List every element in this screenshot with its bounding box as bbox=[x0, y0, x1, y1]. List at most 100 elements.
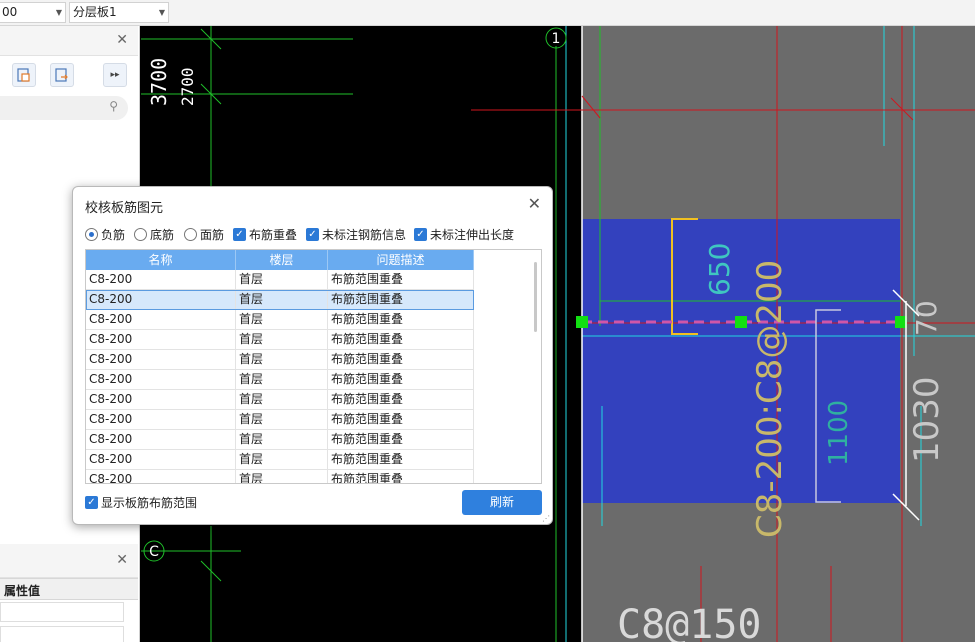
resize-grip-icon[interactable]: ⋰ bbox=[542, 514, 550, 523]
search-icon: ⚲ bbox=[109, 99, 118, 113]
cell-name: C8-200 bbox=[86, 310, 236, 329]
filter-label: 底筋 bbox=[150, 227, 175, 242]
cell-description: 布筋范围重叠 bbox=[328, 270, 474, 289]
table-row[interactable]: C8-200 首层 布筋范围重叠 bbox=[86, 390, 474, 410]
issue-table: 名称 楼层 问题描述 C8-200 首层 布筋范围重叠 C8-200 首层 布筋范围重叠 C… bbox=[85, 249, 542, 484]
table-row[interactable]: C8-200 首层 布筋范围重叠 bbox=[86, 270, 474, 290]
dimension-text-1100: 1100 bbox=[824, 400, 854, 466]
filter-no-rebar-info-checkbox[interactable]: ✓ 未标注钢筋信息 bbox=[306, 226, 406, 242]
floor-combo-value: 00 bbox=[2, 5, 18, 19]
filter-label: 布筋重叠 bbox=[249, 227, 298, 242]
cell-description: 布筋范围重叠 bbox=[328, 290, 474, 309]
column-header-floor[interactable]: 楼层 bbox=[236, 250, 328, 270]
table-row[interactable]: C8-200 首层 布筋范围重叠 bbox=[86, 350, 474, 370]
cell-floor: 首层 bbox=[236, 450, 328, 469]
refresh-button[interactable]: 刷新 bbox=[462, 490, 542, 515]
cell-description: 布筋范围重叠 bbox=[328, 450, 474, 469]
axis-label-1: 1 bbox=[552, 31, 561, 47]
chevron-down-icon: ▼ bbox=[55, 8, 62, 17]
show-range-checkbox[interactable]: ✓ 显示板筋布筋范围 bbox=[85, 494, 197, 511]
cell-description: 布筋范围重叠 bbox=[328, 370, 474, 389]
cell-floor: 首层 bbox=[236, 430, 328, 449]
table-row[interactable]: C8-200 首层 布筋范围重叠 bbox=[86, 430, 474, 450]
cell-name: C8-200 bbox=[86, 390, 236, 409]
checkbox-checked-icon: ✓ bbox=[306, 227, 319, 241]
export-button[interactable] bbox=[50, 63, 74, 87]
dimension-text: 2700 bbox=[178, 67, 197, 106]
cell-floor: 首层 bbox=[236, 370, 328, 389]
cell-description: 布筋范围重叠 bbox=[328, 390, 474, 409]
filter-top-radio[interactable]: 面筋 bbox=[184, 226, 224, 242]
axis-label-c: C bbox=[149, 544, 159, 560]
table-row[interactable]: C8-200 首层 布筋范围重叠 bbox=[86, 290, 474, 310]
property-row[interactable] bbox=[0, 602, 124, 622]
close-icon[interactable]: ✕ bbox=[528, 194, 541, 213]
grip-handle[interactable] bbox=[576, 316, 588, 328]
floor-combo[interactable]: 00 ▼ bbox=[0, 2, 66, 23]
column-header-name[interactable]: 名称 bbox=[86, 250, 236, 270]
more-button[interactable]: ▸▸ bbox=[103, 63, 127, 87]
cell-name: C8-200 bbox=[86, 270, 236, 289]
dialog-title: 校核板筋图元 bbox=[85, 201, 164, 216]
dimension-text-650: 650 bbox=[703, 243, 736, 296]
cell-name: C8-200 bbox=[86, 450, 236, 469]
double-chevron-right-icon: ▸▸ bbox=[110, 70, 120, 80]
cell-floor: 首层 bbox=[236, 330, 328, 349]
check-rebar-dialog: 校核板筋图元 ✕ 负筋 底筋 面筋 ✓ 布筋重叠 ✓ 未标注钢筋信息 ✓ 未标注… bbox=[72, 186, 553, 525]
filter-negative-radio[interactable]: 负筋 bbox=[85, 226, 125, 242]
radio-checked-icon bbox=[85, 227, 98, 241]
filter-no-extension-checkbox[interactable]: ✓ 未标注伸出长度 bbox=[414, 226, 514, 242]
rebar-label: C8-200:C8@200 bbox=[750, 260, 790, 538]
floor-copy-button[interactable] bbox=[12, 63, 36, 87]
filter-label: 未标注钢筋信息 bbox=[322, 227, 407, 242]
close-icon[interactable]: ✕ bbox=[116, 552, 128, 568]
table-row[interactable]: C8-200 首层 布筋范围重叠 bbox=[86, 330, 474, 350]
close-icon[interactable]: ✕ bbox=[116, 32, 128, 48]
search-input[interactable]: ⚲ bbox=[0, 96, 128, 120]
bottom-rebar-label: C8@150 bbox=[617, 602, 762, 642]
cell-floor: 首层 bbox=[236, 410, 328, 429]
dimension-text: 3700 bbox=[147, 58, 171, 106]
cell-floor: 首层 bbox=[236, 310, 328, 329]
table-row[interactable]: C8-200 首层 布筋范围重叠 bbox=[86, 410, 474, 430]
layer-combo[interactable]: 分层板1 ▼ bbox=[69, 2, 169, 23]
property-value-header: 属性值 bbox=[4, 584, 41, 598]
table-row[interactable]: C8-200 首层 布筋范围重叠 bbox=[86, 370, 474, 390]
cell-description: 布筋范围重叠 bbox=[328, 350, 474, 369]
table-body: C8-200 首层 布筋范围重叠 C8-200 首层 布筋范围重叠 C8-200 首层 布筋范围… bbox=[86, 270, 474, 483]
cell-name: C8-200 bbox=[86, 430, 236, 449]
column-header-description[interactable]: 问题描述 bbox=[328, 250, 474, 270]
cell-name: C8-200 bbox=[86, 290, 236, 309]
chevron-down-icon: ▼ bbox=[158, 8, 165, 17]
filter-overlap-checkbox[interactable]: ✓ 布筋重叠 bbox=[233, 226, 297, 242]
layer-combo-value: 分层板1 bbox=[73, 5, 117, 19]
cell-name: C8-200 bbox=[86, 350, 236, 369]
grip-handle[interactable] bbox=[735, 316, 747, 328]
filter-label: 负筋 bbox=[101, 227, 126, 242]
table-row[interactable]: C8-200 首层 布筋范围重叠 bbox=[86, 450, 474, 470]
filter-bottom-radio[interactable]: 底筋 bbox=[134, 226, 174, 242]
cell-description: 布筋范围重叠 bbox=[328, 430, 474, 449]
dimension-text-1030: 1030 bbox=[907, 376, 947, 463]
cell-name: C8-200 bbox=[86, 370, 236, 389]
cell-description: 布筋范围重叠 bbox=[328, 310, 474, 329]
cell-description: 布筋范围重叠 bbox=[328, 470, 474, 483]
cell-floor: 首层 bbox=[236, 290, 328, 309]
cell-name: C8-200 bbox=[86, 410, 236, 429]
checkbox-checked-icon: ✓ bbox=[414, 227, 427, 241]
checkbox-checked-icon: ✓ bbox=[85, 496, 98, 509]
cell-floor: 首层 bbox=[236, 350, 328, 369]
radio-unchecked-icon bbox=[134, 227, 147, 241]
property-table-header: 属性值 bbox=[0, 578, 138, 600]
table-row[interactable]: C8-200 首层 布筋范围重叠 bbox=[86, 470, 474, 483]
cell-floor: 首层 bbox=[236, 270, 328, 289]
filter-label: 面筋 bbox=[200, 227, 225, 242]
table-row[interactable]: C8-200 首层 布筋范围重叠 bbox=[86, 310, 474, 330]
property-row[interactable] bbox=[0, 626, 124, 642]
grip-handle[interactable] bbox=[895, 316, 907, 328]
show-range-label: 显示板筋布筋范围 bbox=[101, 496, 198, 510]
component-pane-header: ✕ bbox=[0, 26, 138, 56]
cell-floor: 首层 bbox=[236, 390, 328, 409]
vertical-scrollbar[interactable] bbox=[534, 262, 537, 332]
checkbox-checked-icon: ✓ bbox=[233, 227, 246, 241]
